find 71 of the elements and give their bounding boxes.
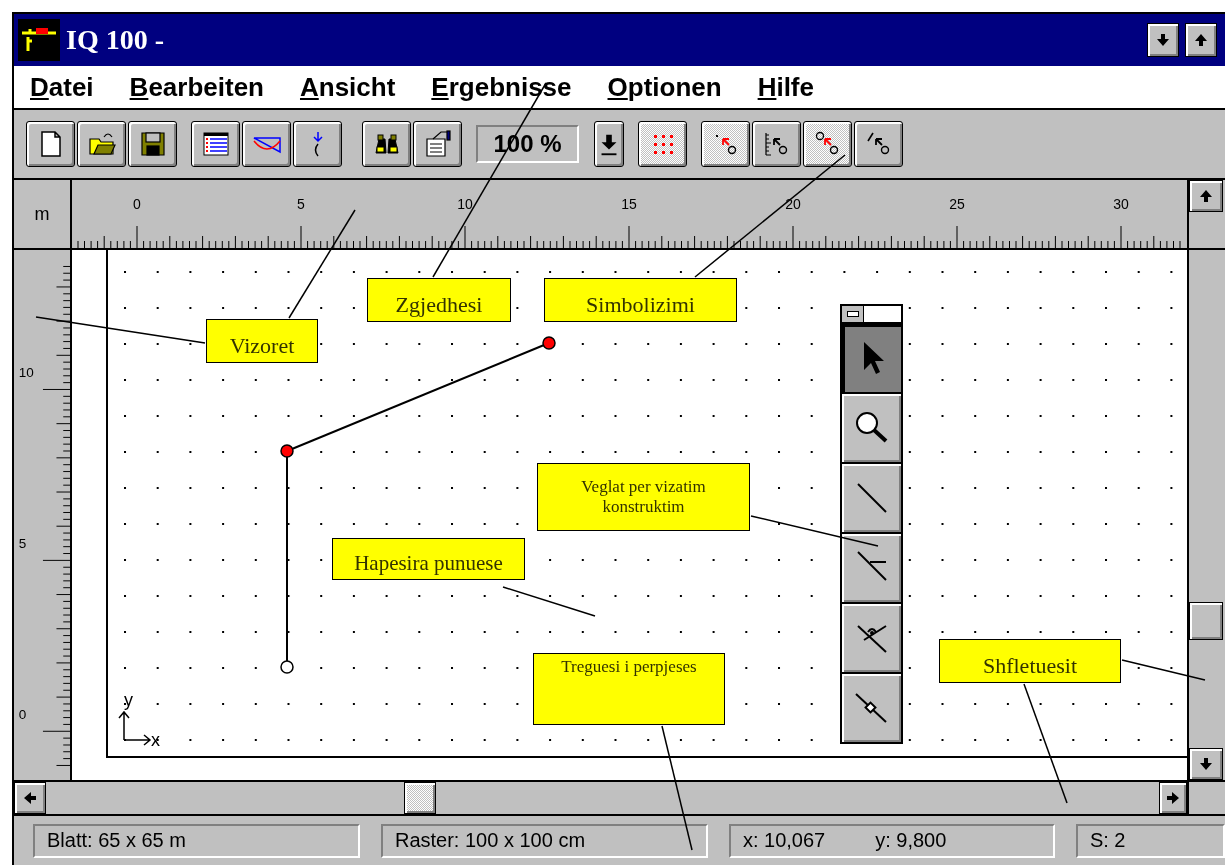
callout-label: Treguesi i perpjeses — [533, 653, 725, 725]
ruler-label: 20 — [785, 196, 801, 212]
ruler-label: 0 — [18, 706, 27, 722]
up-arrow-icon — [1193, 32, 1209, 48]
ruler-label: 30 — [1113, 196, 1129, 212]
window-title: IQ 100 - — [66, 24, 164, 56]
palette-tool-button[interactable] — [842, 464, 901, 532]
palette-tool-button[interactable] — [842, 674, 901, 742]
toolbar-button[interactable] — [293, 121, 342, 167]
toolbar-button[interactable] — [413, 121, 462, 167]
menu-item[interactable]: Ansicht — [300, 71, 396, 103]
menu-item[interactable]: Optionen — [607, 71, 722, 103]
down-arrow-icon — [1155, 32, 1171, 48]
toolbar-button[interactable] — [362, 121, 411, 167]
scroll-down-button[interactable] — [1189, 748, 1223, 780]
minimize-button[interactable] — [1147, 23, 1179, 57]
toolbar-button[interactable] — [128, 121, 177, 167]
menu-item[interactable]: Bearbeiten — [129, 71, 264, 103]
toolbar-button[interactable] — [77, 121, 126, 167]
down-arrow-icon — [1198, 756, 1214, 772]
axis-label: x — [151, 730, 160, 750]
ruler-label: 5 — [297, 196, 305, 212]
palette-tool-button[interactable] — [842, 394, 901, 462]
status-text: Blatt: 65 x 65 m — [47, 829, 186, 852]
right-arrow-icon — [1165, 790, 1181, 806]
callout-label: Shfletuesit — [939, 639, 1121, 683]
snap-toggle-button[interactable] — [701, 121, 750, 167]
callout-label: Simbolizimi — [544, 278, 737, 322]
ruler-label: 5 — [18, 535, 27, 551]
ruler-label: 10 — [18, 364, 34, 380]
ruler-label: 10 — [457, 196, 473, 212]
scrollbar-thumb[interactable] — [404, 782, 436, 814]
grid-toggle-button[interactable] — [638, 121, 687, 167]
vertical-scrollbar[interactable] — [1187, 250, 1225, 780]
ruler-label: 15 — [621, 196, 637, 212]
scrollbar-thumb[interactable] — [1189, 602, 1223, 640]
scroll-right-button[interactable] — [1159, 782, 1187, 814]
status-text: Raster: 100 x 100 cm — [394, 829, 586, 852]
up-arrow-icon — [1198, 188, 1214, 204]
maximize-button[interactable] — [1185, 23, 1217, 57]
menu-item[interactable]: Ergebnisse — [431, 71, 572, 103]
palette-tool-button[interactable] — [842, 534, 901, 602]
axis-label: y — [124, 690, 133, 710]
scroll-left-button[interactable] — [14, 782, 46, 814]
toolbar-button[interactable] — [191, 121, 240, 167]
snap-toggle-button[interactable] — [854, 121, 903, 167]
table-icon — [200, 129, 231, 159]
scroll-up-button[interactable] — [1189, 180, 1223, 212]
callout-label: Vizoret — [206, 319, 318, 363]
app-logo-icon — [18, 19, 60, 61]
left-arrow-icon — [22, 790, 38, 806]
minus-icon — [846, 311, 859, 317]
callout-label: Zgjedhesi — [367, 278, 511, 322]
ruler-label: 25 — [949, 196, 965, 212]
toolbar-button[interactable] — [242, 121, 291, 167]
callout-label: Hapesira punuese — [332, 538, 525, 580]
menu-item[interactable]: Datei — [30, 71, 94, 103]
status-text: S: 2 — [1089, 829, 1126, 852]
snap-toggle-button[interactable] — [803, 121, 852, 167]
status-text: y: 9,800 — [875, 829, 947, 852]
ruler-label: 0 — [133, 196, 141, 212]
menu-item[interactable]: Hilfe — [757, 71, 814, 103]
palette-tool-button[interactable] — [842, 604, 901, 672]
axes-icon — [118, 710, 152, 746]
toolbar-button[interactable] — [26, 121, 75, 167]
dropdown-button[interactable] — [594, 121, 624, 167]
callout-label: Veglat per vizatim konstruktim — [537, 463, 750, 531]
support-icon — [312, 131, 323, 157]
snap-toggle-button[interactable] — [752, 121, 801, 167]
palette-menu-button[interactable] — [842, 306, 864, 322]
status-text: x: 10,067 — [742, 829, 826, 852]
